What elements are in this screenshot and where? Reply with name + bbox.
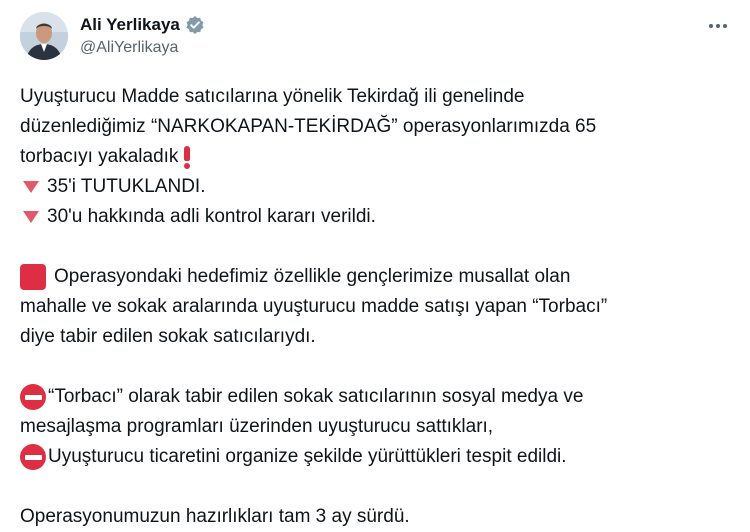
avatar-image bbox=[20, 12, 68, 60]
bullet-line: 35'i TUTUKLANDI. bbox=[20, 172, 732, 202]
post-text: düzenlediğimiz “NARKOKAPAN-TEKİRDAĞ” ope… bbox=[20, 116, 597, 137]
post-text: 35'i TUTUKLANDI. bbox=[47, 176, 206, 197]
red-triangle-down-icon bbox=[23, 181, 39, 193]
post-header: Ali Yerlikaya @AliYerlikaya bbox=[20, 12, 732, 62]
post-text: torbacıyı yakaladık bbox=[20, 146, 179, 167]
no-entry-icon bbox=[20, 444, 46, 470]
user-handle[interactable]: @AliYerlikaya bbox=[80, 39, 178, 57]
text-line: Operasyonumuzun hazırlıkları tam 3 ay sü… bbox=[20, 502, 732, 532]
more-options-icon[interactable] bbox=[704, 14, 732, 38]
post-text: diye tabir edilen sokak satıcılarıydı. bbox=[20, 326, 316, 347]
post-text: Uyuşturucu Madde satıcılarına yönelik Te… bbox=[20, 86, 525, 107]
display-name[interactable]: Ali Yerlikaya bbox=[80, 15, 180, 35]
red-square-icon bbox=[20, 264, 46, 290]
text-line: Operasyondaki hedefimiz özellikle gençle… bbox=[20, 262, 732, 292]
no-entry-icon bbox=[20, 384, 46, 410]
post-text: Uyuşturucu ticaretini organize şekilde y… bbox=[48, 446, 567, 467]
text-line: torbacıyı yakaladık bbox=[20, 142, 732, 172]
text-line: mesajlaşma programları üzerinden uyuştur… bbox=[20, 412, 732, 442]
post-text: “Torbacı” olarak tabir edilen sokak satı… bbox=[48, 386, 584, 407]
bullet-line: 30'u hakkında adli kontrol kararı verild… bbox=[20, 202, 732, 232]
exclamation-icon bbox=[184, 145, 191, 169]
post-body: Uyuşturucu Madde satıcılarına yönelik Te… bbox=[20, 82, 732, 532]
text-line: Uyuşturucu ticaretini organize şekilde y… bbox=[20, 442, 732, 472]
text-line: “Torbacı” olarak tabir edilen sokak satı… bbox=[20, 382, 732, 412]
name-row: Ali Yerlikaya bbox=[80, 15, 205, 35]
post-text: Operasyondaki hedefimiz özellikle gençle… bbox=[54, 266, 571, 287]
post-text: mahalle ve sokak aralarında uyuşturucu m… bbox=[20, 296, 608, 317]
text-line: mahalle ve sokak aralarında uyuşturucu m… bbox=[20, 292, 732, 322]
text-line: diye tabir edilen sokak satıcılarıydı. bbox=[20, 322, 732, 352]
text-line: Uyuşturucu Madde satıcılarına yönelik Te… bbox=[20, 82, 732, 112]
post-text: mesajlaşma programları üzerinden uyuştur… bbox=[20, 416, 494, 437]
verified-badge-icon bbox=[185, 15, 205, 35]
red-triangle-down-icon bbox=[23, 211, 39, 223]
post-text: 30'u hakkında adli kontrol kararı verild… bbox=[47, 206, 376, 227]
avatar[interactable] bbox=[20, 12, 68, 60]
text-line: düzenlediğimiz “NARKOKAPAN-TEKİRDAĞ” ope… bbox=[20, 112, 732, 142]
post-text: Operasyonumuzun hazırlıkları tam 3 ay sü… bbox=[20, 506, 410, 527]
